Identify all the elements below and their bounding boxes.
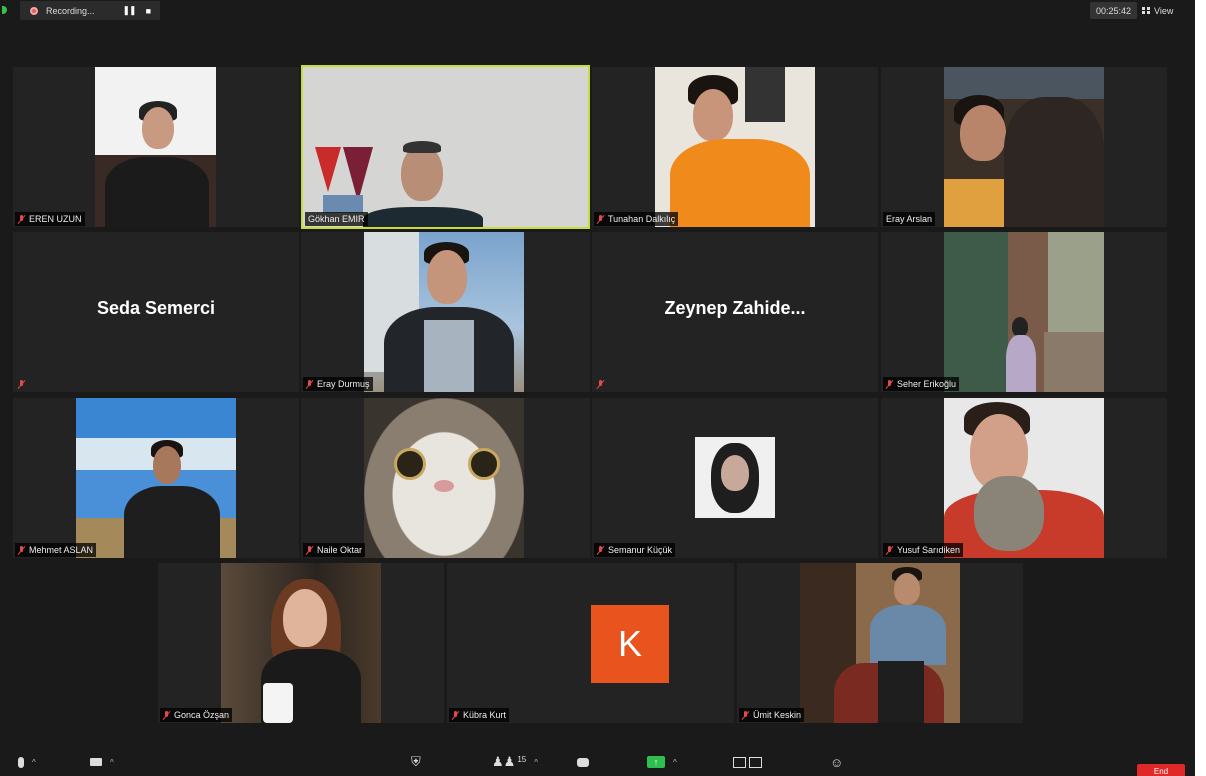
- participant-name-tag: [15, 377, 32, 391]
- pause-recording-icon[interactable]: ❚❚: [122, 5, 136, 16]
- muted-mic-icon: [306, 379, 313, 389]
- muted-mic-icon: [306, 545, 313, 555]
- muted-mic-icon: [886, 379, 893, 389]
- microphone-icon: [18, 756, 24, 768]
- mute-button[interactable]: ^: [18, 748, 36, 776]
- participant-display-name: Seda Semerci: [96, 298, 216, 318]
- people-icon: ♟♟: [492, 754, 516, 769]
- muted-mic-icon: [18, 214, 25, 224]
- muted-mic-icon: [18, 545, 25, 555]
- view-label: View: [1154, 5, 1174, 16]
- video-tile-umit-keskin[interactable]: Ümit Keskin: [737, 563, 1023, 723]
- video-tile-semanur[interactable]: Semanur Küçük: [592, 398, 878, 558]
- window-edge: [1195, 0, 1206, 776]
- shield-icon: ⛨: [411, 754, 421, 769]
- participants-count: 15: [517, 754, 527, 764]
- participant-name-tag: Tunahan Dalkılıç: [594, 212, 679, 226]
- muted-mic-icon: [886, 545, 893, 555]
- recording-dot-icon: [30, 6, 38, 15]
- view-button[interactable]: View: [1142, 2, 1173, 19]
- video-tile-yusuf[interactable]: Yusuf Sarıdiken: [881, 398, 1167, 558]
- participant-name-tag: Ümit Keskin: [739, 708, 805, 722]
- participant-name-tag: Semanur Küçük: [594, 543, 676, 557]
- meeting-toolbar: ^ ^ ⛨ ♟♟ 15 ^ ↑ ^ ☺: [0, 748, 1195, 776]
- share-screen-button[interactable]: ↑ ^: [647, 748, 677, 776]
- video-camera-icon: [90, 758, 102, 766]
- participant-video: [95, 67, 216, 227]
- share-screen-icon: ↑: [647, 756, 665, 768]
- recording-indicator: Recording... ❚❚ ■: [20, 1, 160, 20]
- participant-name-tag: Seher Erikoğlu: [883, 377, 960, 391]
- muted-mic-icon: [597, 214, 604, 224]
- muted-mic-icon: [742, 710, 749, 720]
- participant-name-tag: [594, 377, 611, 391]
- video-tile-eray-arslan[interactable]: Eray Arslan: [881, 67, 1167, 227]
- participant-video: [655, 67, 815, 227]
- gallery-grid-icon: [1142, 7, 1150, 14]
- participant-display-name: Zeynep Zahide...: [664, 298, 806, 318]
- chevron-up-icon[interactable]: ^: [534, 758, 538, 767]
- participant-video: [944, 67, 1104, 227]
- video-button[interactable]: ^: [90, 748, 114, 776]
- participant-name-tag: Eray Durmuş: [303, 377, 373, 391]
- muted-mic-icon: [163, 710, 170, 720]
- participant-name-tag: Naile Oktar: [303, 543, 366, 557]
- participant-name-tag: Gökhan EMIR: [305, 212, 368, 226]
- security-button[interactable]: ⛨: [411, 748, 421, 776]
- smiley-icon: ☺: [830, 754, 844, 770]
- participant-video: [944, 398, 1104, 558]
- meeting-timer: 00:25:42: [1090, 2, 1137, 19]
- stop-recording-icon[interactable]: ■: [146, 6, 152, 16]
- participant-video: [364, 398, 524, 558]
- chat-button[interactable]: [577, 748, 589, 776]
- chevron-up-icon[interactable]: ^: [32, 758, 36, 767]
- muted-mic-icon: [597, 379, 604, 389]
- record-button[interactable]: [733, 748, 762, 776]
- chevron-up-icon[interactable]: ^: [110, 758, 114, 767]
- video-tile-gonca[interactable]: Gonca Özşan: [158, 563, 444, 723]
- video-tile-seda-semerci[interactable]: Seda Semerci: [13, 232, 299, 392]
- participant-avatar: K: [591, 605, 669, 683]
- participant-name-tag: Mehmet ASLAN: [15, 543, 97, 557]
- pause-icon: [733, 756, 746, 768]
- participant-profile-picture: [695, 437, 775, 518]
- zoom-window: Recording... ❚❚ ■ 00:25:42 View EREN UZU…: [0, 0, 1195, 776]
- participant-name-tag: Gonca Özşan: [160, 708, 233, 722]
- participants-button[interactable]: ♟♟ 15 ^: [492, 748, 538, 776]
- participant-name-tag: EREN UZUN: [15, 212, 85, 226]
- stop-icon: [749, 756, 762, 768]
- participant-video: [800, 563, 960, 723]
- video-tile-zeynep-zahide[interactable]: Zeynep Zahide...: [592, 232, 878, 392]
- participant-video: [303, 67, 588, 227]
- participant-name-tag: Kübra Kurt: [449, 708, 510, 722]
- security-indicator-icon: [2, 6, 7, 14]
- participant-video: [76, 398, 236, 558]
- participant-name-tag: Yusuf Sarıdiken: [883, 543, 964, 557]
- video-tile-kubra-kurt[interactable]: K Kübra Kurt: [447, 563, 734, 723]
- video-tile-gokhan-emir[interactable]: Gökhan EMIR: [301, 65, 590, 229]
- reactions-button[interactable]: ☺: [830, 748, 843, 776]
- muted-mic-icon: [452, 710, 459, 720]
- participant-video: [221, 563, 381, 723]
- participant-video: [364, 232, 524, 392]
- end-meeting-button[interactable]: End: [1137, 764, 1185, 776]
- chevron-up-icon[interactable]: ^: [673, 758, 677, 767]
- video-tile-seher[interactable]: Seher Erikoğlu: [881, 232, 1167, 392]
- participant-video: [944, 232, 1104, 392]
- participant-name-tag: Eray Arslan: [883, 212, 936, 226]
- video-tile-eren-uzun[interactable]: EREN UZUN: [13, 67, 299, 227]
- video-tile-naile-oktar[interactable]: Naile Oktar: [301, 398, 590, 558]
- video-tile-eray-durmus[interactable]: Eray Durmuş: [301, 232, 590, 392]
- muted-mic-icon: [597, 545, 604, 555]
- chat-bubble-icon: [577, 757, 589, 767]
- video-tile-mehmet-aslan[interactable]: Mehmet ASLAN: [13, 398, 299, 558]
- recording-label: Recording...: [46, 5, 95, 16]
- video-tile-tunahan[interactable]: Tunahan Dalkılıç: [592, 67, 878, 227]
- muted-mic-icon: [18, 379, 25, 389]
